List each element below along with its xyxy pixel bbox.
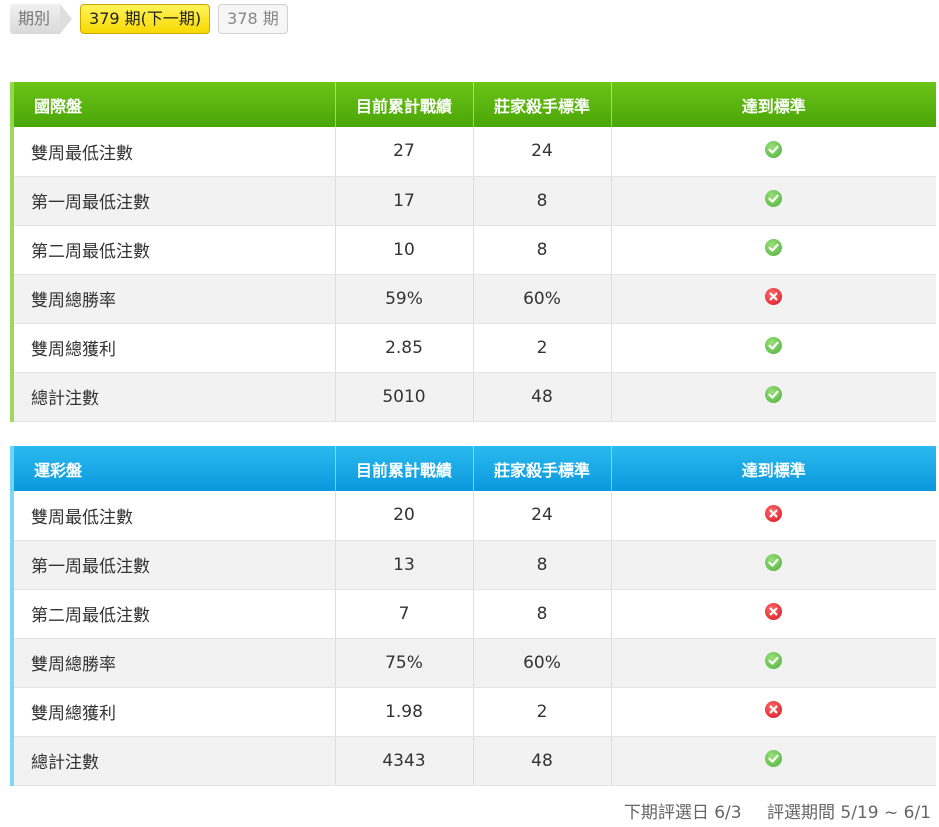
standard-value: 8 — [473, 225, 612, 275]
status-cell — [611, 589, 936, 639]
row-label: 第二周最低注數 — [10, 225, 336, 275]
standard-value: 60% — [473, 274, 612, 324]
standard-value: 8 — [473, 176, 612, 226]
row-label: 雙周最低注數 — [10, 127, 336, 177]
status-cell — [611, 176, 936, 226]
review-info: 下期評選日 6/3 評選期間 5/19 ~ 6/1 — [624, 798, 931, 823]
row-label: 總計注數 — [10, 736, 336, 786]
check-icon — [765, 140, 783, 158]
status-cell — [611, 736, 936, 786]
standard-value: 24 — [473, 491, 612, 541]
status-cell — [611, 491, 936, 541]
row-label: 第一周最低注數 — [10, 176, 336, 226]
status-cell — [611, 638, 936, 688]
next-review-date: 下期評選日 6/3 — [623, 803, 742, 823]
check-icon — [765, 750, 783, 767]
check-icon — [765, 652, 783, 669]
check-icon — [765, 337, 783, 354]
row-label: 總計注數 — [10, 372, 336, 422]
review-period: 評選期間 5/19 ~ 6/1 — [767, 803, 931, 823]
table-row: 第一周最低注數 17 8 — [10, 176, 936, 226]
current-value: 17 — [335, 176, 474, 226]
standard-value: 24 — [473, 127, 612, 177]
column-header-standard: 莊家殺手標準 — [473, 446, 612, 491]
table-row: 第一周最低注數 13 8 — [10, 540, 936, 590]
current-value: 75% — [335, 638, 474, 688]
table-row: 總計注數 4343 48 — [10, 736, 936, 786]
check-icon — [765, 386, 783, 403]
current-value: 20 — [335, 491, 474, 541]
table-row: 雙周最低注數 27 24 — [10, 127, 936, 177]
current-value: 2.85 — [335, 323, 474, 373]
row-label: 雙周最低注數 — [10, 491, 336, 541]
table-title: 國際盤 — [10, 82, 336, 127]
period-379-button[interactable]: 379 期(下一期) — [80, 4, 211, 34]
international-table: 國際盤 目前累計戰績 莊家殺手標準 達到標準 雙周最低注數 27 24 第一周最低注數… — [10, 82, 936, 422]
current-value: 10 — [335, 225, 474, 275]
status-cell — [611, 225, 936, 275]
row-label: 雙周總獲利 — [10, 687, 336, 737]
table-header-row: 運彩盤 目前累計戰績 莊家殺手標準 達到標準 — [10, 446, 936, 491]
standard-value: 2 — [473, 687, 612, 737]
table-row: 雙周總獲利 1.98 2 — [10, 687, 936, 737]
status-cell — [611, 127, 936, 177]
row-label: 第一周最低注數 — [10, 540, 336, 590]
standard-value: 8 — [473, 589, 612, 639]
period-label: 期別 — [10, 4, 73, 34]
table-row: 第二周最低注數 7 8 — [10, 589, 936, 639]
status-cell — [611, 274, 936, 324]
row-label: 雙周總勝率 — [10, 638, 336, 688]
table-row: 第二周最低注數 10 8 — [10, 225, 936, 275]
standard-value: 60% — [473, 638, 612, 688]
table-title: 運彩盤 — [10, 446, 336, 491]
sports-lottery-table: 運彩盤 目前累計戰績 莊家殺手標準 達到標準 雙周最低注數 20 24 第一周最低注數… — [10, 446, 936, 786]
table-row: 雙周總獲利 2.85 2 — [10, 323, 936, 373]
row-label: 雙周總勝率 — [10, 274, 336, 324]
status-cell — [611, 540, 936, 590]
standard-value: 8 — [473, 540, 612, 590]
check-icon — [765, 190, 783, 207]
column-header-current: 目前累計戰績 — [335, 82, 474, 127]
column-header-current: 目前累計戰績 — [335, 446, 474, 491]
current-value: 7 — [335, 589, 474, 639]
row-label: 第二周最低注數 — [10, 589, 336, 639]
current-value: 1.98 — [335, 687, 474, 737]
table-header-row: 國際盤 目前累計戰績 莊家殺手標準 達到標準 — [10, 82, 936, 127]
check-icon — [765, 554, 783, 571]
cross-icon — [765, 504, 783, 522]
row-label: 雙周總獲利 — [10, 323, 336, 373]
cross-icon — [765, 603, 783, 620]
table-row: 雙周最低注數 20 24 — [10, 491, 936, 541]
cross-icon — [765, 288, 783, 305]
current-value: 27 — [335, 127, 474, 177]
status-cell — [611, 372, 936, 422]
standard-value: 48 — [473, 372, 612, 422]
period-selector: 期別 379 期(下一期) 378 期 — [10, 4, 288, 34]
current-value: 13 — [335, 540, 474, 590]
table-row: 總計注數 5010 48 — [10, 372, 936, 422]
column-header-status: 達到標準 — [611, 446, 936, 491]
current-value: 59% — [335, 274, 474, 324]
standard-value: 48 — [473, 736, 612, 786]
cross-icon — [765, 701, 783, 718]
check-icon — [765, 239, 783, 256]
table-row: 雙周總勝率 59% 60% — [10, 274, 936, 324]
current-value: 4343 — [335, 736, 474, 786]
table-row: 雙周總勝率 75% 60% — [10, 638, 936, 688]
status-cell — [611, 323, 936, 373]
current-value: 5010 — [335, 372, 474, 422]
column-header-status: 達到標準 — [611, 82, 936, 127]
column-header-standard: 莊家殺手標準 — [473, 82, 612, 127]
period-378-button[interactable]: 378 期 — [218, 4, 288, 34]
standard-value: 2 — [473, 323, 612, 373]
status-cell — [611, 687, 936, 737]
